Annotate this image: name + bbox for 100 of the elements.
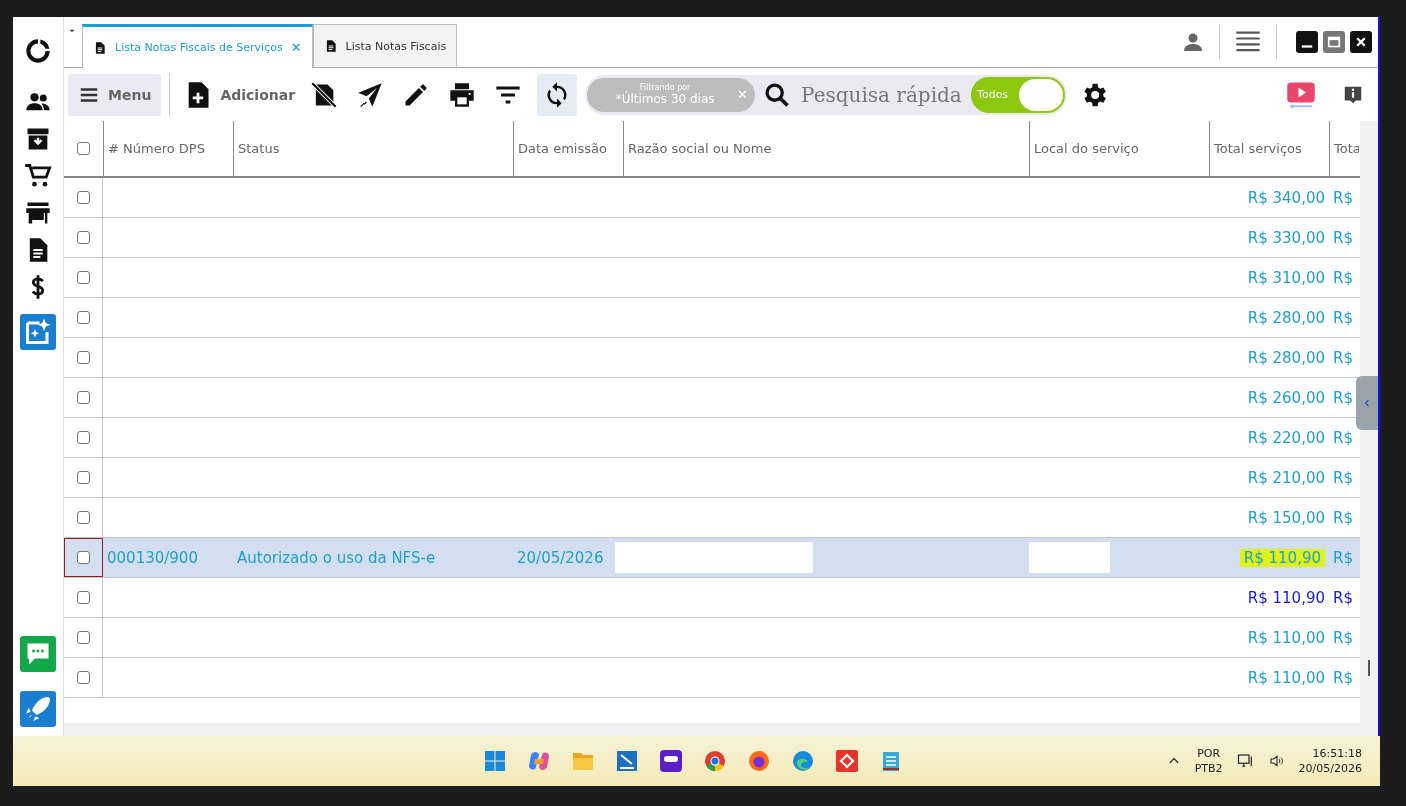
table-row[interactable]: R$ 110,90 R$ [64,578,1360,618]
table-row[interactable]: R$ 280,00 R$ [64,298,1360,338]
speaker-icon[interactable] [1268,753,1285,769]
vertical-scrollbar[interactable] [1360,121,1378,736]
tab[interactable]: Lista Notas Fiscais de Serviços ✕ [82,24,313,68]
table-row[interactable]: 000130/900 Autorizado o uso da NFS-e 20/05/2026 R$ 110,90 R$ [64,538,1360,578]
collapse-handle[interactable] [1356,376,1378,430]
table-cell: R$ [1333,628,1353,647]
language-indicator[interactable]: POR [1197,747,1221,760]
wave-browser-button[interactable] [791,749,815,773]
table-row[interactable]: R$ 210,00 R$ [64,458,1360,498]
table-cell: R$ 150,00 [1247,508,1325,527]
table-row[interactable]: R$ 330,00 R$ [64,218,1360,258]
row-checkbox[interactable] [76,351,90,364]
table-cell: R$ 220,00 [1247,428,1325,447]
close-tab-button[interactable]: ✕ [290,40,302,55]
row-checkbox[interactable] [76,671,90,684]
minimize-icon [1301,44,1313,48]
table-cell: R$ [1333,468,1353,487]
table-cell: R$ [1333,308,1353,327]
minimize-button[interactable] [1296,31,1318,53]
row-checkbox[interactable] [76,191,90,204]
column-header[interactable]: Data emissão [513,121,623,176]
assistant-icon [527,749,551,773]
table-cell: R$ 110,00 [1247,668,1325,687]
table-row[interactable]: R$ 340,00 R$ [64,178,1360,218]
column-header[interactable]: Status [233,121,513,176]
table-cell: R$ 340,00 [1247,188,1325,207]
column-header[interactable]: Total serviços [1209,121,1329,176]
row-checkbox[interactable] [76,511,90,524]
fox-browser-icon [747,749,771,773]
assistant-button[interactable] [527,749,551,773]
table-cell: Autorizado o uso da NFS-e [237,548,436,567]
row-checkbox[interactable] [76,271,90,284]
cart-icon[interactable] [24,162,52,190]
printer-icon[interactable] [448,80,477,109]
table-cell: R$ [1333,268,1353,287]
select-all-checkbox[interactable] [77,142,90,155]
row-checkbox[interactable] [76,471,90,484]
table-cell: R$ [1333,588,1353,607]
search-field[interactable]: Pesquisa rápida [799,81,964,108]
caret-icon[interactable] [67,27,77,35]
keyboard-layout[interactable]: PTB2 [1194,762,1223,775]
table-cell: R$ 110,90 [1239,548,1325,567]
table-row[interactable]: R$ 220,00 R$ [64,418,1360,458]
table-cell: R$ [1333,668,1353,687]
start-icon [483,749,507,773]
row-checkbox[interactable] [76,591,90,604]
filter-chip[interactable]: Filtrando por *Últimos 30 dias ✕ [587,77,756,112]
logo-icon[interactable] [24,37,52,65]
row-checkbox[interactable] [76,231,90,244]
row-checkbox[interactable] [76,311,90,324]
table-cell: R$ [1333,548,1353,567]
table-row[interactable]: R$ 280,00 R$ [64,338,1360,378]
app-window-button[interactable] [615,749,639,773]
paper-plane-icon[interactable] [356,80,385,109]
row-checkbox[interactable] [76,431,90,444]
table-cell: R$ [1333,428,1353,447]
sync-button[interactable] [537,73,578,116]
row-checkbox[interactable] [76,551,90,564]
table-cell: R$ 210,00 [1247,468,1325,487]
browser-icon [703,749,727,773]
app-icon [659,749,683,773]
column-header[interactable]: Tota [1329,121,1359,176]
maximize-button[interactable] [1323,31,1345,53]
table-row[interactable]: R$ 310,00 R$ [64,258,1360,298]
remote-desktop-icon [835,749,859,773]
browser-button[interactable] [703,749,727,773]
document-icon [93,40,107,55]
table-row[interactable]: R$ 110,00 R$ [64,658,1360,698]
horizontal-scrollbar[interactable] [64,723,1360,736]
table-cell: R$ 310,00 [1247,268,1325,287]
table-cell: R$ 260,00 [1247,388,1325,407]
start-button[interactable] [483,749,507,773]
table-cell: R$ 110,90 [1247,588,1325,607]
file-off-icon[interactable] [310,80,339,109]
column-header[interactable]: # Número DPS [103,121,233,176]
row-checkbox[interactable] [76,631,90,644]
table-cell: R$ [1333,228,1353,247]
app-button[interactable] [659,749,683,773]
tab[interactable]: Lista Notas Fiscais [312,24,458,67]
fox-browser-button[interactable] [747,749,771,773]
column-header[interactable]: Razão social ou Nome [623,121,1029,176]
row-checkbox[interactable] [76,391,90,404]
table-row[interactable]: R$ 110,00 R$ [64,618,1360,658]
clock-time[interactable]: 16:51:18 [1312,747,1362,760]
clear-filter-button[interactable]: ✕ [737,87,748,102]
wave-browser-icon [791,749,815,773]
add-button[interactable]: Adicionar [178,79,302,110]
toggle-switch[interactable]: Todos [971,76,1066,113]
table-cell: R$ [1333,508,1353,527]
app-window-icon [615,749,639,773]
network-icon[interactable] [1236,752,1255,770]
table-cell: R$ 280,00 [1247,308,1325,327]
clock-date[interactable]: 20/05/2026 [1298,762,1362,775]
column-header[interactable]: Local do serviço [1029,121,1209,176]
remote-desktop-button[interactable] [835,749,859,773]
table-cell: 000130/900 [107,548,198,567]
menu-button[interactable]: Menu [68,73,162,116]
close-button[interactable] [1350,31,1372,53]
